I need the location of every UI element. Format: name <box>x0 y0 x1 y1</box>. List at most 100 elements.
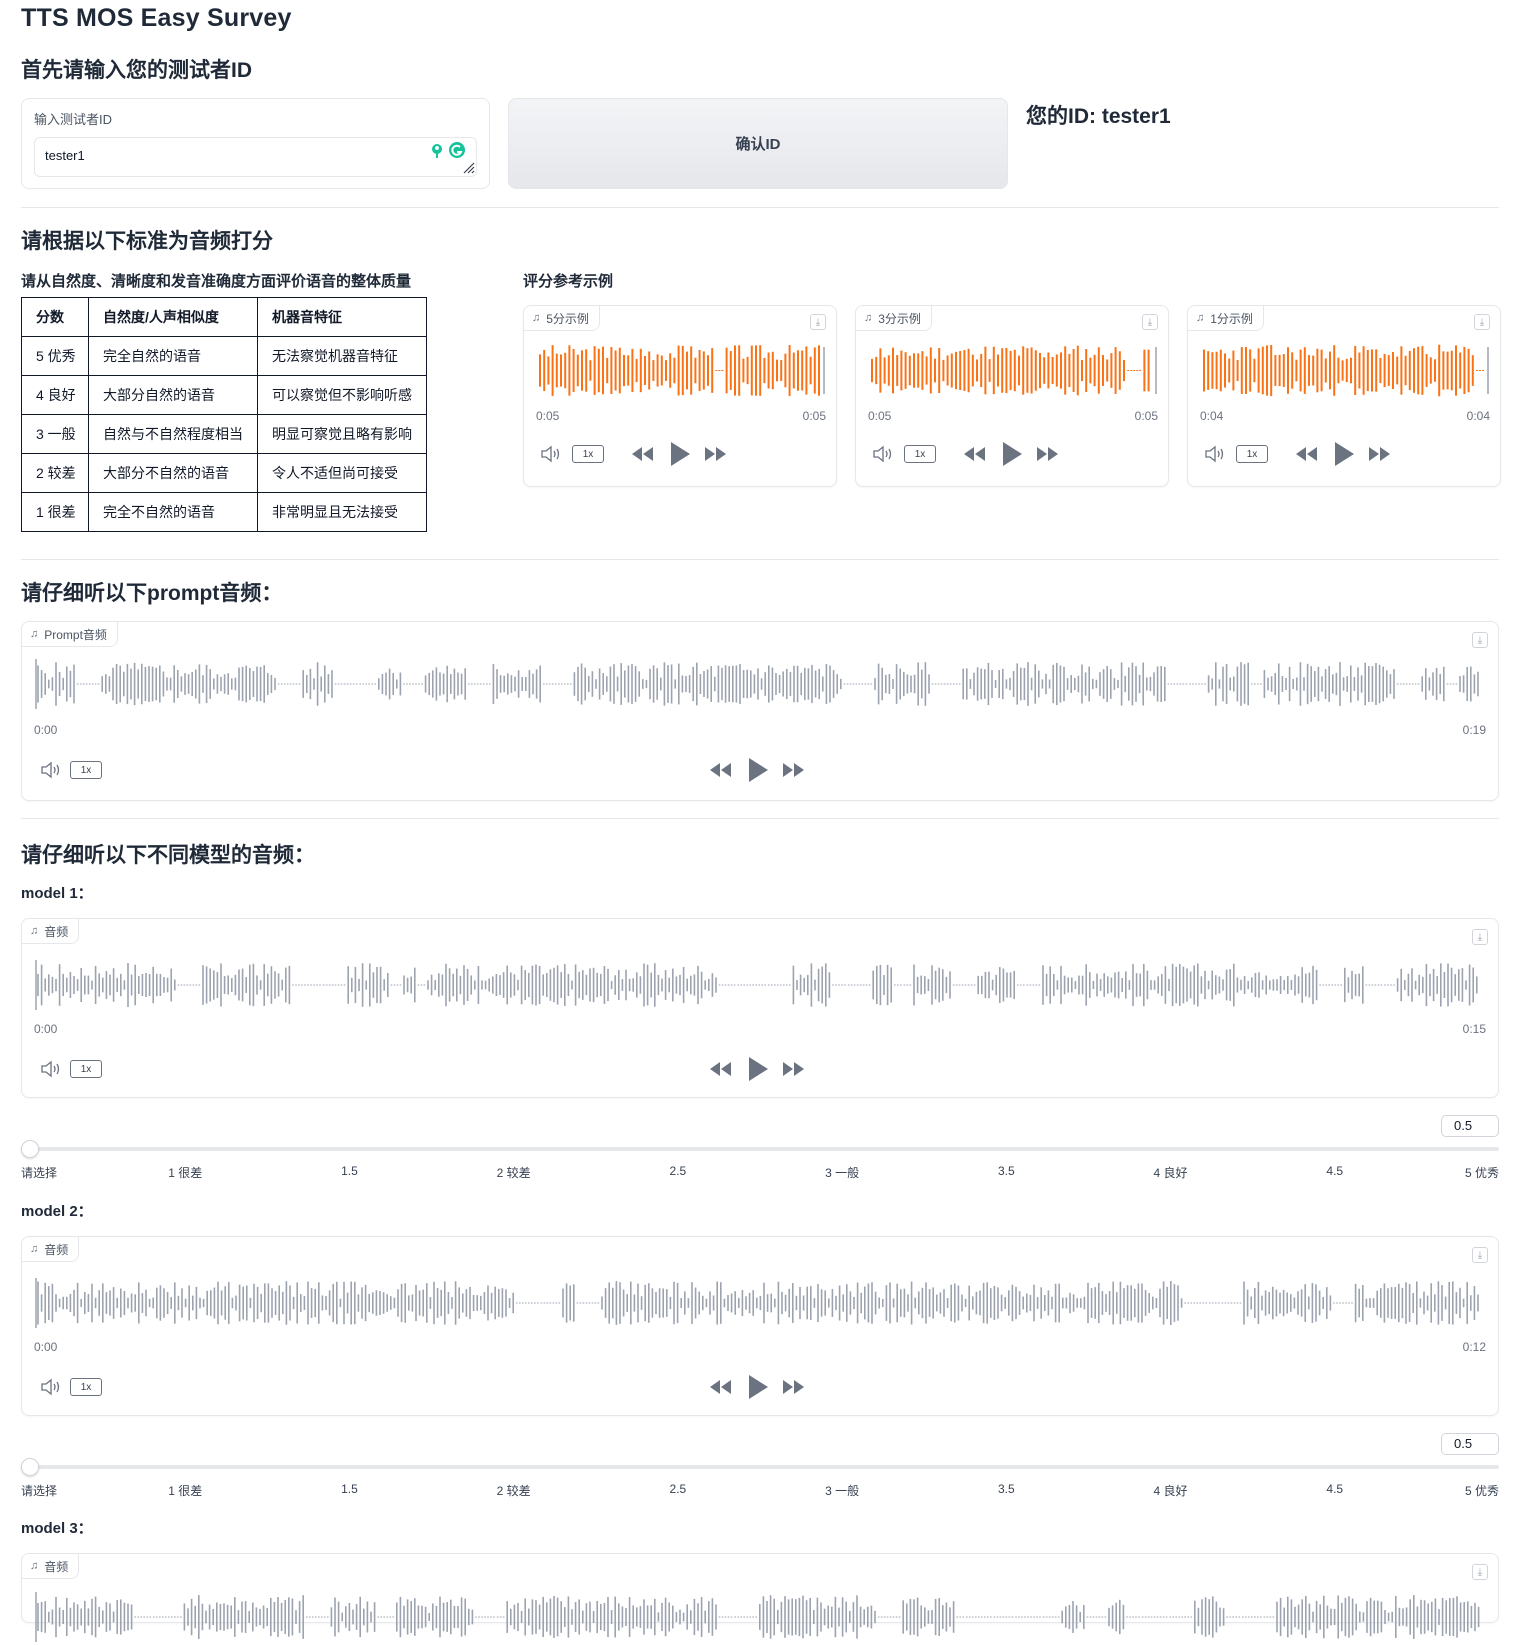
waveform[interactable] <box>34 956 1486 1014</box>
fast-forward-icon[interactable] <box>704 445 728 463</box>
confirm-id-button[interactable]: 确认ID <box>508 98 1008 189</box>
rewind-icon[interactable] <box>708 761 732 779</box>
volume-icon[interactable] <box>40 1060 62 1078</box>
divider <box>21 818 1499 819</box>
rewind-icon[interactable] <box>1294 445 1318 463</box>
audio-label-tag: ♫ 音频 <box>22 1237 80 1262</box>
playback-rate-button[interactable]: 1x <box>572 445 604 463</box>
rewind-icon[interactable] <box>630 445 654 463</box>
audio-label: 音频 <box>44 1559 69 1574</box>
model-2-score-slider[interactable] <box>21 1465 1499 1469</box>
play-icon[interactable] <box>1000 440 1024 468</box>
waveform[interactable] <box>868 343 1158 398</box>
waveform[interactable] <box>536 343 826 398</box>
criteria-subtitle: 请从自然度、清晰度和发音准确度方面评价语音的整体质量 <box>21 273 412 290</box>
volume-icon[interactable] <box>40 761 62 779</box>
model-1-score-input[interactable]: 0.5 <box>1441 1115 1499 1137</box>
model-2-slider-thumb[interactable] <box>21 1458 39 1476</box>
table-cell: 无法察觉机器音特征 <box>257 336 427 376</box>
table-cell: 自然与不自然程度相当 <box>88 414 258 454</box>
music-note-icon: ♫ <box>30 1243 39 1255</box>
audio-label: Prompt音频 <box>44 627 107 642</box>
slider-tick-label: 2 较差 <box>496 1484 531 1498</box>
playback-rate-button[interactable]: 1x <box>904 445 936 463</box>
audio-label-tag: ♫ 1分示例 <box>1188 306 1264 331</box>
tester-id-label: 输入测试者ID <box>34 112 113 127</box>
slider-tick-label: 1.5 <box>341 1482 358 1496</box>
fast-forward-icon[interactable] <box>782 1060 806 1078</box>
current-time: 0:00 <box>34 1340 58 1354</box>
playback-rate-button[interactable]: 1x <box>70 1060 102 1078</box>
table-cell: 4 良好 <box>21 375 89 415</box>
total-time: 0:12 <box>1462 1340 1486 1354</box>
divider <box>21 207 1499 208</box>
table-cell: 非常明显且无法接受 <box>257 492 427 532</box>
download-icon[interactable]: ⤓ <box>1472 632 1488 648</box>
page-title: TTS MOS Easy Survey <box>21 4 292 32</box>
volume-icon[interactable] <box>540 445 562 463</box>
tester-id-input[interactable] <box>34 137 477 177</box>
total-time: 0:04 <box>1466 409 1490 423</box>
criteria-table: 分数 自然度/人声相似度 机器音特征 5 优秀 完全自然的语音 无法察觉机器音特… <box>21 297 427 532</box>
model-1-score-slider[interactable] <box>21 1147 1499 1151</box>
audio-label-tag: ♫ Prompt音频 <box>22 622 118 647</box>
slider-tick-label: 4 良好 <box>1153 1166 1188 1180</box>
music-note-icon: ♫ <box>30 1560 39 1572</box>
your-id-display: 您的ID: tester1 <box>1026 105 1171 128</box>
waveform[interactable] <box>34 1274 1486 1332</box>
fast-forward-icon[interactable] <box>1368 445 1392 463</box>
example-audio-player-5: ♫ 5分示例 ⤓ 0:05 0:05 1x <box>523 305 837 487</box>
table-cell: 明显可察觉且略有影响 <box>257 414 427 454</box>
download-icon[interactable]: ⤓ <box>1472 929 1488 945</box>
table-header-cell: 分数 <box>21 297 89 337</box>
total-time: 0:15 <box>1462 1022 1486 1036</box>
current-time: 0:04 <box>1200 409 1224 423</box>
waveform[interactable] <box>34 1588 1486 1646</box>
download-icon[interactable]: ⤓ <box>810 314 826 330</box>
download-icon[interactable]: ⤓ <box>1474 314 1490 330</box>
play-icon[interactable] <box>746 756 770 784</box>
current-time: 0:05 <box>868 409 892 423</box>
slider-tick-label: 3.5 <box>997 1164 1015 1178</box>
fast-forward-icon[interactable] <box>782 761 806 779</box>
download-icon[interactable]: ⤓ <box>1472 1247 1488 1263</box>
audio-label-tag: ♫ 音频 <box>22 919 80 944</box>
music-note-icon: ♫ <box>532 312 541 324</box>
example-audio-player-3: ♫ 3分示例 ⤓ 0:05 0:05 1x <box>855 305 1169 487</box>
volume-icon[interactable] <box>40 1378 62 1396</box>
fast-forward-icon[interactable] <box>782 1378 806 1396</box>
music-note-icon: ♫ <box>30 925 39 937</box>
play-icon[interactable] <box>1332 440 1356 468</box>
volume-icon[interactable] <box>1204 445 1226 463</box>
volume-icon[interactable] <box>872 445 894 463</box>
criteria-heading: 请根据以下标准为音频打分 <box>21 230 273 253</box>
slider-tick-label: 3 一般 <box>825 1484 860 1498</box>
model-2-audio-player: ♫ 音频 ⤓ 0:00 0:12 1x <box>21 1236 1499 1416</box>
rewind-icon[interactable] <box>708 1378 732 1396</box>
playback-rate-button[interactable]: 1x <box>70 1378 102 1396</box>
download-icon[interactable]: ⤓ <box>1142 314 1158 330</box>
slider-tick-label: 请选择 <box>21 1166 58 1180</box>
play-icon[interactable] <box>668 440 692 468</box>
play-icon[interactable] <box>746 1055 770 1083</box>
table-row: 5 优秀 完全自然的语音 无法察觉机器音特征 <box>21 336 427 376</box>
table-cell: 大部分不自然的语音 <box>88 453 258 493</box>
total-time: 0:19 <box>1462 723 1486 737</box>
model-1-slider-thumb[interactable] <box>21 1140 39 1158</box>
current-time: 0:05 <box>536 409 560 423</box>
grammarly-icon[interactable] <box>427 140 467 160</box>
playback-rate-button[interactable]: 1x <box>70 761 102 779</box>
table-cell: 完全不自然的语音 <box>88 492 258 532</box>
rewind-icon[interactable] <box>708 1060 732 1078</box>
fast-forward-icon[interactable] <box>1036 445 1060 463</box>
waveform[interactable] <box>34 655 1486 713</box>
model-1-title: model 1： <box>21 885 93 902</box>
play-icon[interactable] <box>746 1373 770 1401</box>
waveform[interactable] <box>1200 343 1490 398</box>
download-icon[interactable]: ⤓ <box>1472 1564 1488 1580</box>
model-2-score-input[interactable]: 0.5 <box>1441 1433 1499 1455</box>
resize-handle-icon[interactable] <box>463 162 475 174</box>
table-row: 4 良好 大部分自然的语音 可以察觉但不影响听感 <box>21 375 427 415</box>
playback-rate-button[interactable]: 1x <box>1236 445 1268 463</box>
rewind-icon[interactable] <box>962 445 986 463</box>
